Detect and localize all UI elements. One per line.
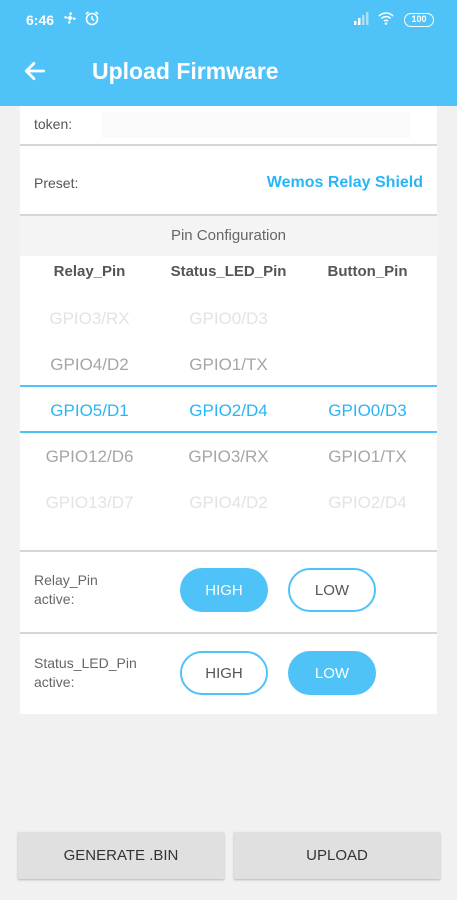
generate-bin-button[interactable]: GENERATE .BIN (18, 832, 224, 879)
divider (20, 144, 437, 146)
pin-config-title: Pin Configuration (170, 227, 287, 244)
picker-item-selected[interactable]: GPIO5/D1 (20, 388, 159, 434)
picker-item[interactable] (298, 296, 437, 342)
fan-icon (64, 12, 76, 24)
relay-active-label: Relay_Pin active: (34, 572, 98, 607)
divider (20, 550, 437, 552)
picker-item[interactable]: GPIO0/D3 (159, 296, 298, 342)
picker-item[interactable]: GPIO2/D4 (298, 480, 437, 526)
relay-active-high-button[interactable]: HIGH (180, 568, 268, 612)
token-row: token: (20, 106, 437, 144)
page-title: Upload Firmware (92, 58, 279, 84)
signal-icon (354, 12, 369, 25)
status-led-pin-picker[interactable]: GPIO0/D3 GPIO1/TX GPIO2/D4 GPIO3/RX GPIO… (159, 296, 298, 526)
relay-active-low-button[interactable]: LOW (288, 568, 376, 612)
status-led-pin-column-header: Status_LED_Pin (170, 263, 287, 280)
token-label: token: (34, 116, 73, 132)
picker-item[interactable]: GPIO3/RX (159, 434, 298, 480)
app-bar: Upload Firmware (0, 36, 457, 106)
picker-item[interactable]: GPIO3/RX (20, 296, 159, 342)
picker-item[interactable] (298, 342, 437, 388)
picker-item-selected[interactable]: GPIO0/D3 (298, 388, 437, 434)
button-pin-column-header: Button_Pin (327, 263, 408, 280)
relay-pin-picker[interactable]: GPIO3/RX GPIO4/D2 GPIO5/D1 GPIO12/D6 GPI… (20, 296, 159, 526)
preset-selector[interactable]: Wemos Relay Shield (267, 174, 423, 192)
picker-selection-line-top (20, 385, 437, 387)
picker-item[interactable]: GPIO4/D2 (20, 342, 159, 388)
picker-item[interactable]: GPIO13/D7 (20, 480, 159, 526)
status-time: 6:46 (26, 12, 55, 28)
picker-item[interactable]: GPIO1/TX (298, 434, 437, 480)
battery-indicator: 100 (404, 13, 434, 27)
status-bar: 6:46 100 (0, 0, 457, 36)
picker-item[interactable]: GPIO12/D6 (20, 434, 159, 480)
divider (20, 632, 437, 634)
preset-label: Preset: (34, 175, 79, 191)
picker-item[interactable]: GPIO4/D2 (159, 480, 298, 526)
status-led-active-high-button[interactable]: HIGH (180, 651, 268, 695)
button-pin-picker[interactable]: GPIO0/D3 GPIO1/TX GPIO2/D4 (298, 296, 437, 526)
alarm-icon (85, 11, 99, 26)
pin-config-header: Pin Configuration (20, 216, 437, 256)
picker-item-selected[interactable]: GPIO2/D4 (159, 388, 298, 434)
status-led-active-label: Status_LED_Pin active: (34, 655, 137, 690)
wifi-icon (378, 12, 394, 25)
relay-pin-column-header: Relay_Pin (53, 263, 126, 280)
upload-button[interactable]: UPLOAD (234, 832, 440, 879)
token-input[interactable] (102, 112, 410, 138)
picker-selection-line-bottom (20, 431, 437, 433)
back-arrow-icon[interactable] (22, 58, 48, 84)
picker-item[interactable]: GPIO1/TX (159, 342, 298, 388)
firmware-form: token: Preset: Wemos Relay Shield Pin Co… (20, 106, 437, 714)
status-led-active-low-button[interactable]: LOW (288, 651, 376, 695)
